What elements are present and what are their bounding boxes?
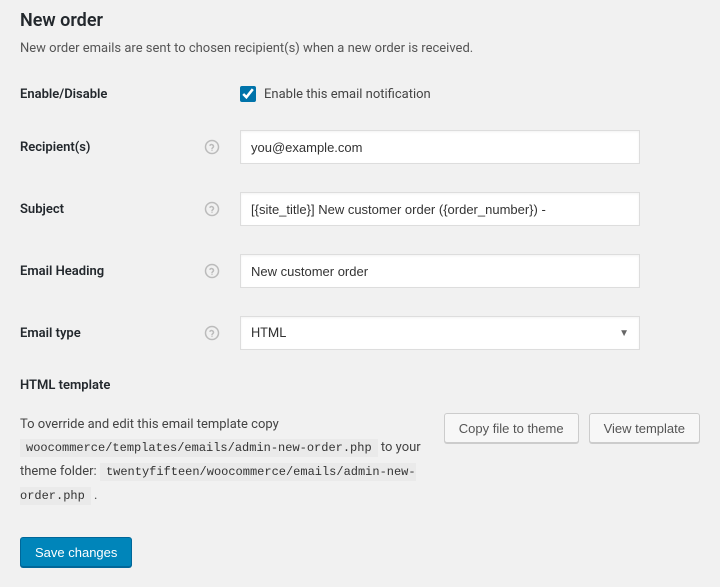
heading-input[interactable] [240,254,640,288]
template-source-path: woocommerce/templates/emails/admin-new-o… [20,439,378,457]
help-icon[interactable] [204,263,220,279]
caret-down-icon: ▼ [619,328,629,339]
template-instructions: To override and edit this email template… [20,413,424,507]
template-text-prefix: To override and edit this email template… [20,417,279,432]
template-section-header: HTML template [20,378,700,393]
template-text-period: . [94,488,97,503]
subject-input[interactable] [240,192,640,226]
copy-file-button[interactable]: Copy file to theme [444,413,579,443]
help-icon[interactable] [204,201,220,217]
type-label: Email type [20,326,81,341]
heading-label: Email Heading [20,264,104,279]
page-title: New order [20,10,700,31]
subject-label: Subject [20,202,64,217]
recipients-label: Recipient(s) [20,140,90,155]
enable-checkbox-label: Enable this email notification [264,87,431,102]
help-icon[interactable] [204,325,220,341]
enable-label: Enable/Disable [20,87,107,102]
view-template-button[interactable]: View template [589,413,700,443]
help-icon[interactable] [204,139,220,155]
email-type-select[interactable]: HTML ▼ [240,316,640,350]
save-button[interactable]: Save changes [20,537,132,567]
enable-checkbox[interactable] [240,86,256,102]
recipients-input[interactable] [240,130,640,164]
page-description: New order emails are sent to chosen reci… [20,41,700,56]
email-type-value: HTML [251,326,286,341]
